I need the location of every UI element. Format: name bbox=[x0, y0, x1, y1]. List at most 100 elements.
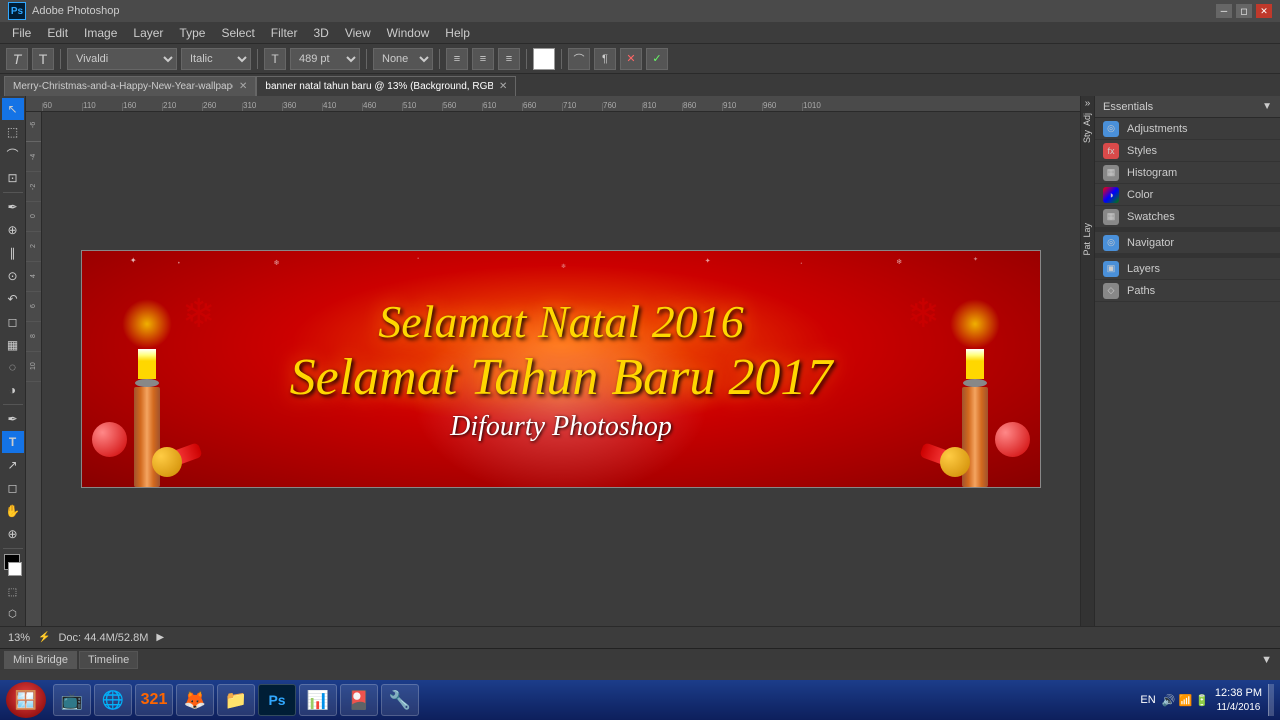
panel-swatches[interactable]: ▦ Swatches bbox=[1095, 206, 1280, 228]
anti-alias-select[interactable]: None bbox=[373, 48, 433, 70]
gradient-tool[interactable]: ▦ bbox=[2, 334, 24, 356]
clock: 12:38 PM 11/4/2016 bbox=[1215, 686, 1262, 713]
title-bar-left: Ps Adobe Photoshop bbox=[8, 2, 119, 20]
text-color-swatch[interactable] bbox=[533, 48, 555, 70]
paths-side-icon[interactable]: Pat bbox=[1082, 242, 1094, 256]
move-tool[interactable]: ↖ bbox=[2, 98, 24, 120]
panel-styles[interactable]: fx Styles bbox=[1095, 140, 1280, 162]
panel-layers[interactable]: ▣ Layers bbox=[1095, 258, 1280, 280]
shape-tool[interactable]: ◻ bbox=[2, 477, 24, 499]
status-arrow[interactable]: ▶ bbox=[156, 632, 164, 643]
menu-image[interactable]: Image bbox=[76, 22, 125, 43]
canvas-content[interactable]: ✦ • ❄ • ❄ ✦ • ❄ ✦ bbox=[42, 112, 1080, 626]
history-tool[interactable]: ↶ bbox=[2, 288, 24, 310]
tray-icons: 🔊 📶 🔋 bbox=[1162, 694, 1209, 707]
styles-side-icon[interactable]: Sty bbox=[1082, 130, 1094, 143]
cancel-button[interactable]: ✕ bbox=[620, 48, 642, 70]
timeline-tab[interactable]: Timeline bbox=[79, 651, 138, 669]
font-family-toggle[interactable]: T bbox=[32, 48, 54, 70]
eyedropper-tool[interactable]: ✒ bbox=[2, 196, 24, 218]
mini-bridge-tab[interactable]: Mini Bridge bbox=[4, 651, 77, 669]
hand-tool[interactable]: ✋ bbox=[2, 500, 24, 522]
snowflake: ✦ bbox=[973, 256, 978, 263]
panel-adjustments[interactable]: ◎ Adjustments bbox=[1095, 118, 1280, 140]
media-player-btn[interactable]: 📺 bbox=[53, 684, 91, 716]
essentials-header[interactable]: Essentials ▼ bbox=[1095, 96, 1280, 118]
restore-button[interactable]: ◻ bbox=[1236, 4, 1252, 18]
show-desktop-btn[interactable] bbox=[1268, 684, 1274, 716]
opt-divider-1 bbox=[60, 49, 61, 69]
screen-mode-button[interactable]: ⬡ bbox=[2, 604, 24, 626]
lang-indicator[interactable]: EN bbox=[1140, 694, 1155, 706]
collapse-arrows-top[interactable]: » bbox=[1085, 98, 1091, 109]
align-left-button[interactable]: ≡ bbox=[446, 48, 468, 70]
zoom-tool[interactable]: ⊕ bbox=[2, 523, 24, 545]
menu-type[interactable]: Type bbox=[171, 22, 213, 43]
status-bar: 13% ⚡ Doc: 44.4M/52.8M ▶ bbox=[0, 626, 1280, 648]
left-candle bbox=[122, 299, 172, 487]
layers-label: Layers bbox=[1127, 263, 1160, 275]
ps-icon-btn[interactable]: Ps bbox=[258, 684, 296, 716]
file-explorer-btn[interactable]: 📁 bbox=[217, 684, 255, 716]
close-button[interactable]: ✕ bbox=[1256, 4, 1272, 18]
path-selection-tool[interactable]: ↗ bbox=[2, 454, 24, 476]
blur-tool[interactable]: ◌ bbox=[2, 356, 24, 378]
panel-histogram[interactable]: ▦ Histogram bbox=[1095, 162, 1280, 184]
layers-side-icon[interactable]: Lay bbox=[1082, 223, 1094, 238]
menu-select[interactable]: Select bbox=[213, 22, 262, 43]
adjustments-side-icon[interactable]: Adj bbox=[1082, 113, 1094, 126]
menu-view[interactable]: View bbox=[337, 22, 379, 43]
app4-btn[interactable]: 🔧 bbox=[381, 684, 419, 716]
crop-tool[interactable]: ⊡ bbox=[2, 167, 24, 189]
snowflake: ✦ bbox=[705, 257, 711, 265]
firefox-btn[interactable]: 🦊 bbox=[176, 684, 214, 716]
font-style-select[interactable]: Italic bbox=[181, 48, 251, 70]
tab-0[interactable]: Merry-Christmas-and-a-Happy-New-Year-wal… bbox=[4, 76, 256, 96]
app3-btn[interactable]: 🎴 bbox=[340, 684, 378, 716]
menu-file[interactable]: File bbox=[4, 22, 39, 43]
navigator-label: Navigator bbox=[1127, 237, 1174, 249]
panel-navigator[interactable]: ◎ Navigator bbox=[1095, 232, 1280, 254]
background-color[interactable] bbox=[8, 562, 22, 576]
ruler-mark: 910 bbox=[722, 103, 762, 111]
clone-tool[interactable]: ⊙ bbox=[2, 265, 24, 287]
minimize-button[interactable]: ─ bbox=[1216, 4, 1232, 18]
app2-btn[interactable]: 📊 bbox=[299, 684, 337, 716]
panel-paths[interactable]: ◇ Paths bbox=[1095, 280, 1280, 302]
dodge-tool[interactable]: ◑ bbox=[2, 379, 24, 401]
tool-presets-button[interactable]: T bbox=[6, 48, 28, 70]
selection-tool[interactable]: ⬚ bbox=[2, 121, 24, 143]
heal-tool[interactable]: ⊕ bbox=[2, 219, 24, 241]
menu-layer[interactable]: Layer bbox=[125, 22, 171, 43]
font-family-select[interactable]: Vivaldi bbox=[67, 48, 177, 70]
type-tool[interactable]: T bbox=[2, 431, 24, 453]
menu-filter[interactable]: Filter bbox=[263, 22, 306, 43]
font-size-select[interactable]: 489 pt bbox=[290, 48, 360, 70]
menu-3d[interactable]: 3D bbox=[305, 22, 336, 43]
menu-edit[interactable]: Edit bbox=[39, 22, 76, 43]
panel-color[interactable]: ◑ Color bbox=[1095, 184, 1280, 206]
snowflake: • bbox=[417, 256, 419, 262]
align-right-button[interactable]: ≡ bbox=[498, 48, 520, 70]
warp-text-button[interactable]: ⌒ bbox=[568, 48, 590, 70]
bottom-collapse-btn[interactable]: ▼ bbox=[1257, 654, 1276, 666]
character-panel-button[interactable]: ¶ bbox=[594, 48, 616, 70]
navigator-icon: ◎ bbox=[1103, 235, 1119, 251]
menu-help[interactable]: Help bbox=[437, 22, 478, 43]
brush-tool[interactable]: ∥ bbox=[2, 242, 24, 264]
menu-window[interactable]: Window bbox=[379, 22, 438, 43]
align-center-button[interactable]: ≡ bbox=[472, 48, 494, 70]
lasso-tool[interactable]: ⌒ bbox=[2, 144, 24, 166]
commit-button[interactable]: ✓ bbox=[646, 48, 668, 70]
mask-mode-button[interactable]: ⬚ bbox=[2, 581, 24, 603]
start-button[interactable]: 🪟 bbox=[6, 682, 46, 718]
tab-1-close[interactable]: ✕ bbox=[499, 81, 507, 92]
eraser-tool[interactable]: ◻ bbox=[2, 311, 24, 333]
title-bar-controls[interactable]: ─ ◻ ✕ bbox=[1216, 4, 1272, 18]
ie-btn[interactable]: 🌐 bbox=[94, 684, 132, 716]
winamp-btn[interactable]: 321 bbox=[135, 684, 173, 716]
pen-tool[interactable]: ✒ bbox=[2, 408, 24, 430]
swatches-icon: ▦ bbox=[1103, 209, 1119, 225]
tab-0-close[interactable]: ✕ bbox=[239, 81, 247, 92]
tab-1[interactable]: banner natal tahun baru @ 13% (Backgroun… bbox=[256, 76, 516, 96]
